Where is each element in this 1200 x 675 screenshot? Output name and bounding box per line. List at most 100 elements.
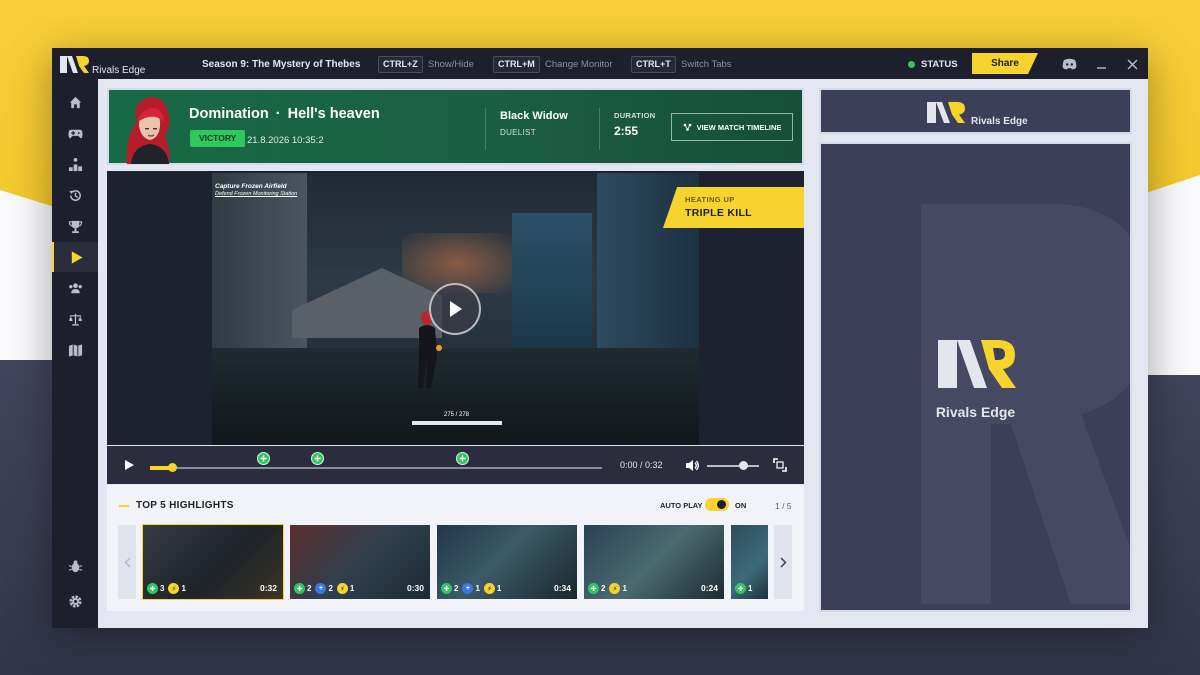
lightning-icon: ⚡ (168, 583, 180, 594)
stat-item: +2 (315, 583, 333, 594)
highlight-thumbnail[interactable]: ✚ 2 +1 ⚡ 1 0:34 (437, 525, 577, 599)
elimination-icon: ✚ (588, 583, 599, 594)
sidebar-item-report-bug[interactable] (52, 551, 98, 581)
play-button[interactable] (121, 457, 137, 473)
ad-banner-main[interactable]: Rivals Edge (819, 142, 1132, 612)
stat-value: 2 (454, 584, 459, 593)
duration-value: 2:55 (614, 124, 639, 138)
logo-icon (60, 56, 89, 73)
stat-item: ✚ 2 (441, 583, 458, 594)
lightning-icon: ⚡ (483, 583, 495, 594)
shortcut-key-show-hide: CTRL+Z (378, 56, 423, 73)
match-mode-title: Domination · Hell's heaven (189, 106, 380, 122)
chevron-right-icon (779, 556, 787, 568)
thumbnail-stats: ✚ 2 ⚡ 1 (588, 583, 627, 594)
elimination-icon: ✚ (441, 583, 452, 594)
autoplay-toggle[interactable] (705, 498, 729, 511)
highlights-page-indicator: 1 / 5 (775, 501, 792, 511)
ad-banner-top[interactable]: Rivals Edge (819, 88, 1132, 134)
sidebar-item-home[interactable] (52, 87, 98, 117)
divider (485, 108, 486, 150)
elimination-icon: ✚ (735, 583, 746, 594)
sidebar-item-settings[interactable] (52, 586, 98, 616)
thumbnail-duration: 0:32 (259, 583, 277, 593)
scene-panel (512, 213, 592, 363)
stat-value: 1 (622, 584, 627, 593)
thumbnail-duration: 0:24 (700, 583, 718, 593)
highlight-thumbnail[interactable]: ✚ 3 ⚡ 1 0:32 (142, 524, 284, 600)
video-play-overlay-button[interactable] (429, 283, 481, 335)
scene-floor (212, 348, 699, 445)
fullscreen-icon[interactable] (773, 458, 787, 472)
sidebar-item-games[interactable] (52, 118, 98, 148)
sidebar-item-achievements[interactable] (52, 211, 98, 241)
sidebar-item-highlights[interactable] (52, 242, 98, 272)
timeline-icon (683, 123, 691, 131)
volume-handle[interactable] (739, 461, 749, 470)
stat-value: 2 (601, 584, 606, 593)
status-dot (908, 61, 915, 68)
minimize-icon[interactable] (1092, 55, 1110, 73)
video-controls: 0:00 / 0:32 (107, 446, 804, 484)
close-icon[interactable] (1123, 55, 1141, 73)
highlight-thumbnail[interactable]: ✚ 2 +2 ⚡ 1 0:30 (290, 525, 430, 599)
hero-avatar (126, 97, 170, 164)
thumbnail-stats: ✚ 2 +1 ⚡ 1 (441, 583, 501, 594)
play-icon (71, 250, 83, 264)
match-summary: Domination · Hell's heaven VICTORY 21.8.20… (107, 88, 804, 165)
highlights-prev-button[interactable] (118, 525, 136, 599)
highlights-next-button[interactable] (774, 525, 792, 599)
highlight-thumbnail[interactable]: ✚ 2 ⚡ 1 0:24 (584, 525, 724, 599)
sidebar-item-history[interactable] (52, 180, 98, 210)
stat-value: 1 (496, 584, 502, 593)
objective-text: Capture Frozen Airfield (215, 183, 287, 190)
highlight-thumbnail[interactable]: ✚ 1 (731, 525, 768, 599)
elimination-icon: ✚ (147, 583, 158, 594)
stat-item: ⚡ 1 (609, 583, 627, 594)
stat-value: 2 (328, 584, 333, 593)
highlights-title: TOP 5 HIGHLIGHTS (136, 500, 234, 511)
sidebar-item-compare[interactable] (52, 304, 98, 334)
assist-icon: + (315, 583, 327, 594)
duration-label: DURATION (614, 111, 656, 120)
stat-item: +1 (462, 583, 480, 594)
view-match-timeline-button[interactable]: VIEW MATCH TIMELINE (671, 113, 793, 141)
hero-name: Black Widow (500, 110, 568, 122)
discord-icon[interactable] (1060, 55, 1078, 73)
hud-ammo: 275 / 278 (444, 412, 470, 418)
shortcut-label-switch-tabs: Switch Tabs (681, 59, 732, 70)
chevron-left-icon (123, 556, 131, 568)
thumbnail-stats: ✚ 1 (735, 583, 752, 594)
volume-slider[interactable] (707, 465, 759, 467)
toggle-knob (717, 500, 726, 509)
ad-brand-name: Rivals Edge (971, 116, 1028, 127)
highlight-marker[interactable] (311, 452, 325, 465)
sidebar-item-maps[interactable] (52, 335, 98, 365)
share-button[interactable]: Share (972, 53, 1038, 74)
leaderboard-icon (68, 157, 82, 171)
history-icon (68, 189, 81, 201)
bug-icon (68, 559, 82, 572)
stat-item: ✚ 3 (147, 583, 164, 594)
seek-bar[interactable] (150, 467, 602, 469)
shortcut-key-change-monitor: CTRL+M (493, 56, 540, 73)
volume-icon[interactable] (685, 458, 700, 473)
status-label[interactable]: STATUS (921, 59, 958, 70)
team-icon (68, 282, 82, 293)
gear-icon (68, 594, 82, 608)
lightning-icon: ⚡ (609, 583, 621, 594)
sidebar (52, 79, 98, 628)
highlight-marker[interactable] (257, 452, 270, 465)
seek-handle[interactable] (167, 463, 177, 472)
sidebar-item-leaderboard[interactable] (52, 149, 98, 179)
stat-item: ⚡ 1 (336, 583, 354, 594)
elimination-icon: ✚ (294, 583, 305, 594)
play-icon (450, 301, 462, 317)
sidebar-item-team[interactable] (52, 273, 98, 303)
stat-value: 2 (307, 584, 312, 593)
highlight-video[interactable]: Capture Frozen Airfield Defend Frozen Mo… (107, 171, 804, 445)
highlight-marker[interactable] (455, 452, 469, 465)
shortcut-key-switch-tabs: CTRL+T (631, 56, 676, 73)
kill-streak-subtitle: HEATING UP (685, 195, 735, 204)
result-badge: VICTORY (190, 130, 246, 147)
